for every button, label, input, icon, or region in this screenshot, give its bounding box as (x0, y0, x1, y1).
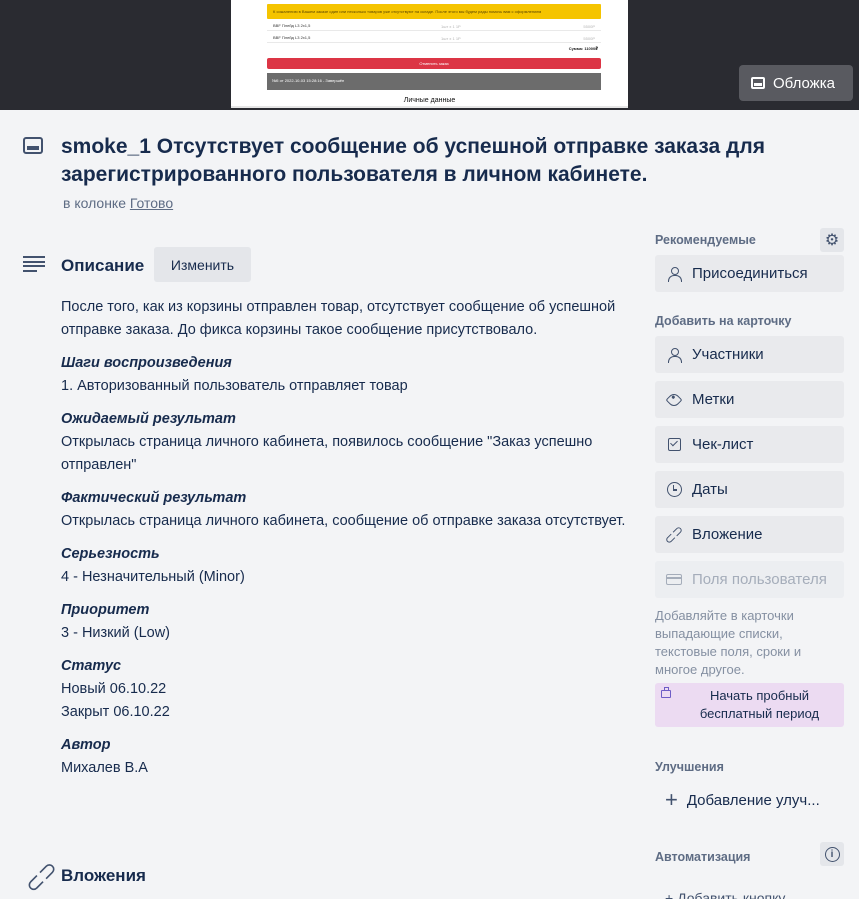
in-list-line: в колонке Готово (63, 195, 173, 211)
card-cover-icon (751, 77, 765, 89)
members-button[interactable]: Участники (655, 336, 844, 373)
card-title[interactable]: smoke_1 Отсутствует сообщение об успешно… (61, 133, 841, 189)
gear-icon: ⚙ (824, 232, 840, 249)
cover-button-label: Обложка (773, 74, 835, 92)
card-cover: К сожалению в Вашем заказе один или неск… (0, 0, 859, 110)
checklist-button[interactable]: Чек-лист (655, 426, 844, 463)
join-label: Присоединиться (692, 265, 808, 282)
priority-text: 3 - Низкий (Low) (61, 625, 170, 641)
info-icon: i (824, 846, 840, 862)
join-button[interactable]: Присоединиться (655, 255, 844, 292)
expected-text: Открылась страница личного кабинета, поя… (61, 434, 593, 473)
briefcase-icon (661, 687, 671, 698)
automation-add-button[interactable]: + Добавить кнопку (655, 890, 844, 899)
custom-fields-note: Добавляйте в карточки выпадающие списки,… (655, 608, 802, 677)
cover-personal: Личные данные (403, 97, 456, 104)
description-icon (23, 256, 45, 272)
members-label: Участники (692, 346, 764, 363)
plus-icon: + (665, 787, 678, 812)
add-powerup-label: Добавление улуч... (686, 791, 820, 809)
labels-label: Метки (692, 391, 735, 408)
tag-icon (665, 391, 683, 408)
attachment-label: Вложение (692, 526, 763, 543)
cover-sum: Сумма: 11000₽ (568, 46, 598, 51)
actual-text: Открылась страница личного кабинета, соо… (61, 513, 626, 529)
custom-field-icon (666, 572, 682, 588)
severity-label: Серьезность (61, 546, 160, 562)
description-heading: Описание (61, 256, 145, 275)
edit-description-button[interactable]: Изменить (154, 247, 251, 282)
trial-label: Начать пробный бесплатный период (699, 688, 820, 721)
start-trial-button[interactable]: Начать пробный бесплатный период (655, 683, 844, 727)
expected-label: Ожидаемый результат (61, 411, 236, 427)
attachment-button[interactable]: ⊂⊃ Вложение (655, 516, 844, 553)
dates-label: Даты (692, 481, 728, 498)
powerups-heading: Улучшения (655, 760, 724, 774)
cover-image[interactable]: К сожалению в Вашем заказе один или неск… (231, 0, 628, 108)
status-closed-text: Закрыт 06.10.22 (61, 704, 170, 720)
checkbox-icon (666, 437, 682, 453)
steps-label: Шаги воспроизведения (61, 355, 232, 371)
cover-alert: К сожалению в Вашем заказе один или неск… (267, 4, 601, 19)
author-label: Автор (61, 737, 111, 753)
author-text: Михалев В.А (61, 760, 148, 776)
person-icon (666, 266, 682, 282)
description-intro: После того, как из корзины отправлен тов… (61, 299, 616, 338)
automation-heading: Автоматизация (655, 850, 751, 864)
automation-add-label: Добавить кнопку (677, 890, 786, 899)
plus-icon: + (665, 890, 678, 899)
card-icon (23, 137, 43, 154)
actual-label: Фактический результат (61, 490, 247, 506)
description-body[interactable]: После того, как из корзины отправлен тов… (61, 296, 641, 780)
custom-fields-button[interactable]: Поля пользователя (655, 561, 844, 598)
steps-text: 1. Авторизованный пользователь отправляе… (61, 378, 408, 394)
status-new-text: Новый 06.10.22 (61, 681, 167, 697)
cover-cancel: Отменить заказ (267, 58, 601, 69)
in-list-prefix: в колонке (63, 195, 126, 211)
list-link[interactable]: Готово (130, 195, 173, 211)
cover-button[interactable]: Обложка (739, 65, 853, 101)
clock-icon (666, 482, 682, 498)
add-to-card-heading: Добавить на карточку (655, 314, 792, 328)
paperclip-icon: ⊂⊃ (19, 854, 63, 899)
cover-item-row: BBF Плейд L3 2x1,5 1шт x 1 1P 5500P (267, 19, 601, 31)
dates-button[interactable]: Даты (655, 471, 844, 508)
paperclip-icon: ⊂⊃ (660, 521, 687, 548)
add-powerup-button[interactable]: + Добавление улуч... (655, 785, 844, 815)
person-icon (666, 347, 682, 363)
cover-order: №5 от 2022-10-03 15:28:16 - Завершён (267, 73, 601, 90)
custom-fields-label: Поля пользователя (692, 571, 827, 588)
checklist-label: Чек-лист (692, 436, 754, 453)
labels-button[interactable]: Метки (655, 381, 844, 418)
status-label: Статус (61, 658, 122, 674)
priority-label: Приоритет (61, 602, 150, 618)
suggested-settings-button[interactable]: ⚙ (820, 228, 844, 252)
attachments-heading: Вложения (61, 866, 146, 885)
cover-item-row: BBF Плейд L3 2x1,5 1шт x 1 1P 5500P (267, 31, 601, 43)
automation-info-button[interactable]: i (820, 842, 844, 866)
severity-text: 4 - Незначительный (Minor) (61, 569, 245, 585)
suggested-heading: Рекомендуемые (655, 233, 756, 247)
